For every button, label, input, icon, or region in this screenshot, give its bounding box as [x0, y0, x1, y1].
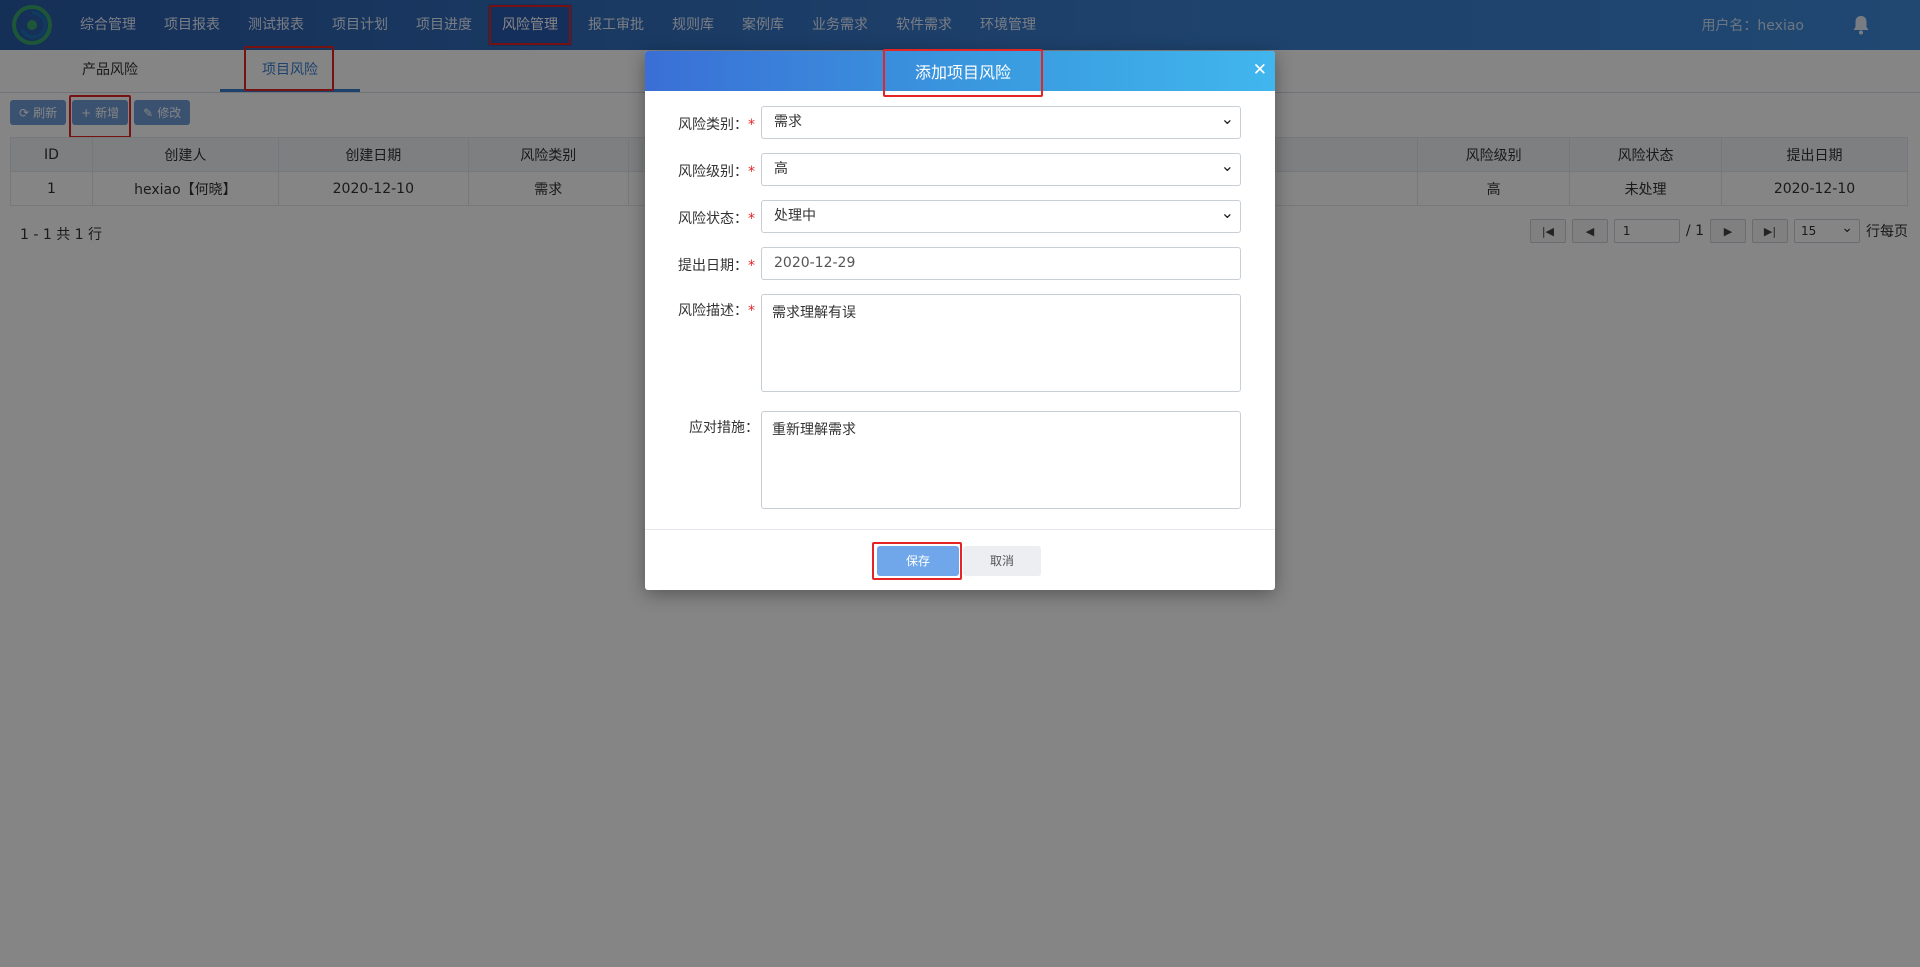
label-text: 风险状态： [678, 211, 748, 227]
required-mark: * [748, 303, 755, 319]
risk-category-select[interactable]: 需求 [761, 103, 1241, 139]
field-label: 风险状态：* [655, 208, 755, 228]
field-label: 风险级别：* [655, 161, 755, 181]
required-mark: * [748, 164, 755, 180]
label-text: 风险描述： [678, 303, 748, 319]
submit-date-input[interactable]: 2020-12-29 [761, 247, 1241, 280]
add-risk-dialog: 添加项目风险 ✕ 风险类别：* 需求 风险级别：* 高 风险状态：* 处理中 提… [645, 49, 1275, 590]
highlight-box [872, 542, 962, 580]
dialog-footer: 保存 取消 [645, 529, 1275, 590]
dialog-title: 添加项目风险 [883, 49, 1043, 97]
save-button[interactable]: 保存 [872, 542, 962, 580]
field-label: 风险描述：* [655, 300, 755, 320]
label-text: 风险类别： [678, 117, 748, 133]
field-label: 提出日期：* [655, 255, 755, 275]
label-text: 应对措施： [689, 420, 759, 436]
field-label: 应对措施： [655, 417, 759, 437]
close-icon[interactable]: ✕ [1253, 61, 1267, 79]
required-mark: * [748, 117, 755, 133]
risk-status-select[interactable]: 处理中 [761, 197, 1241, 233]
risk-description-textarea[interactable]: 需求理解有误 [761, 294, 1241, 392]
required-mark: * [748, 258, 755, 274]
label-text: 提出日期： [678, 258, 748, 274]
dialog-header: 添加项目风险 ✕ [645, 49, 1275, 97]
label-text: 风险级别： [678, 164, 748, 180]
field-label: 风险类别：* [655, 114, 755, 134]
countermeasure-textarea[interactable]: 重新理解需求 [761, 411, 1241, 509]
risk-level-select[interactable]: 高 [761, 150, 1241, 186]
cancel-button[interactable]: 取消 [963, 546, 1041, 576]
required-mark: * [748, 211, 755, 227]
